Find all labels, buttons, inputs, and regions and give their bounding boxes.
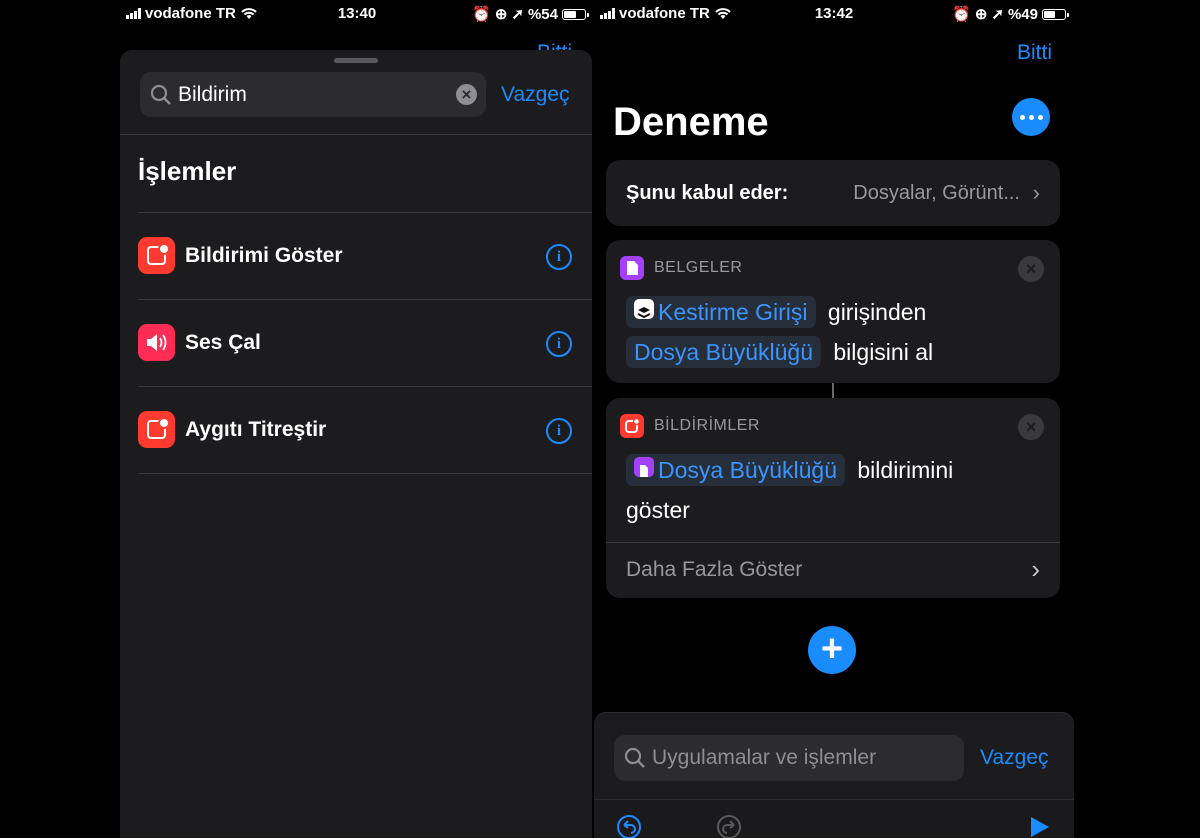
action-static-text: bildirimini: [857, 457, 954, 483]
action-static-text: göster: [626, 497, 690, 523]
actions-list: Bildirimi Göster i Ses Çal i Aygıtı Titr…: [138, 212, 592, 474]
token-label: Dosya Büyüklüğü: [634, 339, 813, 365]
action-show-notification[interactable]: BİLDİRİMLER × Dosya Büyüklüğü bildirimin…: [606, 398, 1060, 598]
remove-action-icon[interactable]: ×: [1018, 256, 1044, 282]
action-connector: [832, 383, 834, 398]
list-item-vibrate-device[interactable]: Aygıtı Titreştir i: [138, 387, 592, 474]
editor-toolbar: [594, 799, 1074, 838]
item-label: Aygıtı Titreştir: [185, 418, 327, 441]
cancel-button[interactable]: Vazgeç: [980, 746, 1049, 770]
action-text: Dosya Büyüklüğü bildirimini göster: [626, 450, 1040, 530]
battery-percent: %54: [527, 5, 558, 23]
speaker-icon: [138, 324, 175, 361]
accepts-value: Dosyalar, Görünt...: [853, 182, 1020, 204]
sheet-grabber[interactable]: [334, 58, 378, 63]
divider: [120, 134, 592, 135]
divider: [606, 542, 1060, 543]
action-get-details[interactable]: BELGELER × Kestirme Girişi girişinden Do…: [606, 240, 1060, 383]
action-category: BİLDİRİMLER: [654, 417, 760, 434]
item-label: Bildirimi Göster: [185, 244, 343, 267]
chevron-right-icon: ›: [1031, 554, 1040, 584]
alarm-icon: ⏰: [952, 6, 971, 23]
item-label: Ses Çal: [185, 331, 261, 354]
accepts-row[interactable]: Şunu kabul eder: Dosyalar, Görünt... ›: [606, 160, 1060, 226]
left-screen: vodafone TR 13:40 ⏰ ⊕ ➚ %54 Bitti Bildir…: [120, 0, 594, 838]
search-query: Bildirim: [178, 83, 247, 106]
page-title: Deneme: [613, 100, 769, 144]
info-icon[interactable]: i: [546, 418, 572, 444]
add-action-button[interactable]: +: [808, 626, 856, 674]
list-item-show-notification[interactable]: Bildirimi Göster i: [138, 212, 592, 300]
lock-rotation-icon: ⊕: [974, 6, 988, 23]
notification-icon: [620, 414, 644, 438]
info-icon[interactable]: i: [546, 244, 572, 270]
action-static-text: girişinden: [827, 299, 927, 325]
battery-level: [564, 10, 576, 18]
search-input[interactable]: Uygulamalar ve işlemler: [614, 735, 964, 781]
list-item-play-sound[interactable]: Ses Çal i: [138, 300, 592, 387]
action-category: BELGELER: [654, 259, 743, 276]
status-bar: vodafone TR 13:42 ⏰ ⊕ ➚ %49: [594, 0, 1074, 26]
cancel-button[interactable]: Vazgeç: [501, 83, 570, 107]
done-button[interactable]: Bitti: [1017, 41, 1052, 65]
clear-icon[interactable]: ×: [456, 84, 477, 105]
info-icon[interactable]: i: [546, 331, 572, 357]
token-label: Kestirme Girişi: [658, 299, 808, 325]
chevron-right-icon: ›: [1032, 180, 1040, 205]
action-static-text: bilgisini al: [833, 339, 934, 365]
right-screen: vodafone TR 13:42 ⏰ ⊕ ➚ %49 Bitti Deneme…: [594, 0, 1074, 838]
undo-icon[interactable]: [616, 814, 642, 838]
document-icon: [634, 457, 654, 477]
battery-percent: %49: [1007, 5, 1038, 23]
shortcuts-icon: [634, 299, 654, 319]
search-sheet: Bildirim × Vazgeç İşlemler Bildirimi Gös…: [120, 50, 592, 838]
battery-level: [1044, 10, 1055, 18]
section-title: İşlemler: [138, 156, 237, 186]
search-icon: [150, 84, 171, 105]
token-label: Dosya Büyüklüğü: [658, 457, 837, 483]
notification-icon: [138, 237, 175, 274]
variable-token-shortcut-input[interactable]: Kestirme Girişi: [626, 296, 816, 328]
location-icon: ➚: [991, 6, 1004, 23]
variable-token-file-size[interactable]: Dosya Büyüklüğü: [626, 454, 845, 486]
show-more-button[interactable]: Daha Fazla Göster: [626, 558, 802, 582]
battery-icon: [562, 8, 589, 20]
document-icon: [620, 256, 644, 280]
accepts-label: Şunu kabul eder:: [626, 182, 789, 204]
search-input[interactable]: Bildirim ×: [140, 72, 486, 117]
search-icon: [624, 747, 645, 768]
play-icon[interactable]: [1026, 814, 1052, 838]
location-icon: ➚: [511, 6, 524, 23]
battery-icon: [1042, 8, 1069, 20]
redo-icon[interactable]: [716, 814, 742, 838]
remove-action-icon[interactable]: ×: [1018, 414, 1044, 440]
notification-icon: [138, 411, 175, 448]
more-button[interactable]: [1012, 98, 1050, 136]
action-search-sheet: Uygulamalar ve işlemler Vazgeç: [594, 712, 1074, 838]
variable-token-file-size[interactable]: Dosya Büyüklüğü: [626, 336, 821, 368]
alarm-icon: ⏰: [472, 6, 491, 23]
action-text: Kestirme Girişi girişinden Dosya Büyüklü…: [626, 292, 1040, 372]
lock-rotation-icon: ⊕: [494, 6, 508, 23]
search-placeholder: Uygulamalar ve işlemler: [652, 746, 877, 769]
status-bar: vodafone TR 13:40 ⏰ ⊕ ➚ %54: [120, 0, 594, 26]
